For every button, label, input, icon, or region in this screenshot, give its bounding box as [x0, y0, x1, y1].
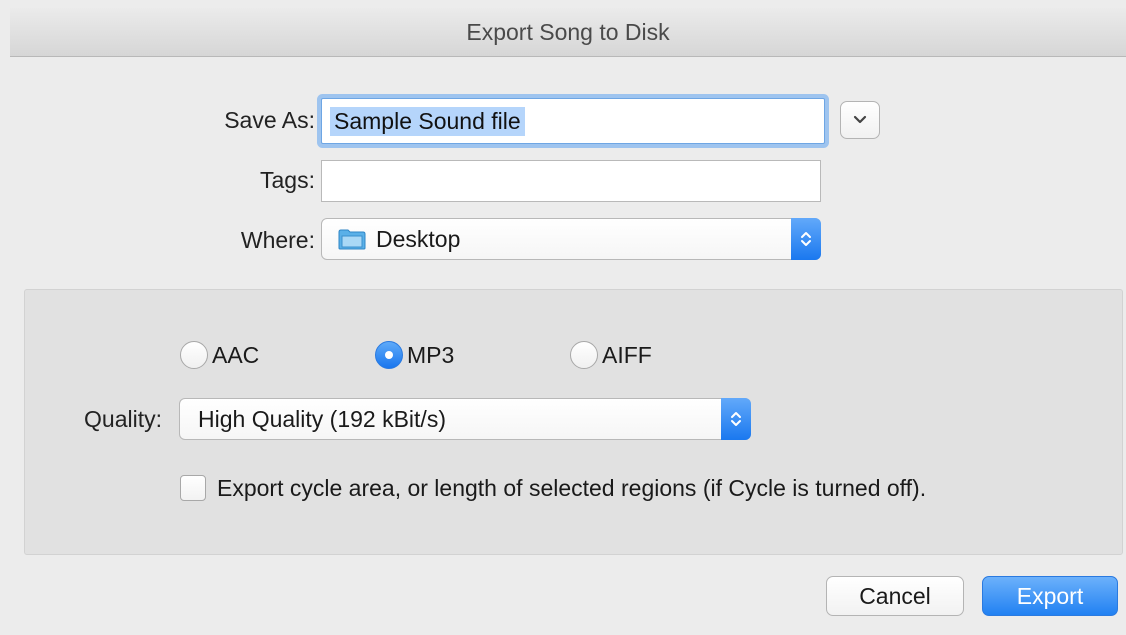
cancel-button[interactable]: Cancel — [826, 576, 964, 616]
radio-label: AAC — [212, 341, 260, 368]
radio-button — [570, 341, 598, 369]
export-cycle-label[interactable]: Export cycle area, or length of selected… — [217, 475, 926, 502]
tags-label: Tags: — [260, 167, 315, 193]
radio-label: MP3 — [407, 341, 455, 368]
where-stepper — [791, 218, 821, 260]
folder-icon — [338, 228, 366, 250]
where-label: Where: — [240, 227, 315, 253]
save-as-field[interactable]: Sample Sound file — [321, 98, 825, 144]
export-dialog: Export Song to Disk Save As: Sample Soun… — [0, 0, 1126, 635]
up-down-arrows-icon — [801, 232, 811, 246]
export-button[interactable]: Export — [982, 576, 1118, 616]
quality-value: High Quality (192 kBit/s) — [198, 405, 446, 432]
window-title: Export Song to Disk — [10, 8, 1126, 57]
format-radio-aac[interactable]: AAC — [180, 341, 259, 369]
up-down-arrows-icon — [731, 412, 741, 426]
save-as-value: Sample Sound file — [330, 106, 525, 136]
radio-button — [180, 341, 208, 369]
tags-field[interactable] — [321, 160, 821, 202]
export-cycle-checkbox[interactable] — [180, 475, 206, 501]
expand-dialog-button[interactable] — [840, 101, 880, 139]
save-as-label: Save As: — [224, 107, 315, 133]
where-popup[interactable]: Desktop — [321, 218, 821, 260]
quality-popup[interactable]: High Quality (192 kBit/s) — [179, 398, 751, 440]
radio-button — [375, 341, 403, 369]
radio-label: AIFF — [602, 341, 652, 368]
format-radio-aiff[interactable]: AIFF — [570, 341, 652, 369]
quality-label: Quality: — [84, 406, 162, 432]
quality-stepper — [721, 398, 751, 440]
where-value: Desktop — [376, 225, 461, 252]
format-radio-mp3[interactable]: MP3 — [375, 341, 454, 369]
chevron-down-icon — [853, 115, 867, 124]
